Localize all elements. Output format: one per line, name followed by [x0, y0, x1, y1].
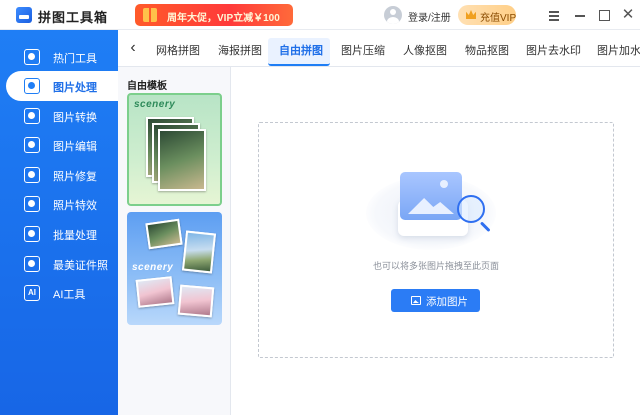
sidebar-item-label: 图片编辑 — [53, 141, 97, 153]
template-photo — [177, 284, 215, 318]
template-panel: 自由模板 scenery scenery — [118, 67, 231, 415]
sidebar-item-id-photo[interactable]: 最美证件照 — [0, 249, 118, 279]
picture-icon — [400, 172, 462, 220]
sidebar-item-label: 图片处理 — [53, 82, 97, 94]
sidebar-item-image-edit[interactable]: 图片编辑 — [0, 130, 118, 160]
avatar-icon[interactable] — [384, 6, 402, 24]
app-logo-icon — [16, 7, 32, 23]
template-card[interactable]: scenery — [127, 212, 222, 325]
template-card-text: scenery — [132, 262, 174, 273]
add-image-button-label: 添加图片 — [426, 296, 468, 308]
vip-button[interactable]: 充值VIP — [458, 5, 516, 25]
promo-text: 周年大促，VIP立减￥100 — [167, 13, 280, 24]
image-icon — [411, 296, 421, 305]
sidebar-item-label: 热门工具 — [53, 53, 97, 65]
image-edit-icon — [24, 137, 40, 153]
template-photo — [145, 218, 183, 250]
tab-portrait-cutout[interactable]: 人像抠图 — [403, 42, 447, 58]
id-photo-icon — [24, 256, 40, 272]
chevron-left-icon[interactable]: ‹ — [124, 39, 142, 57]
drop-hint: 也可以将多张图片拖拽至此页面 — [372, 261, 499, 271]
close-icon[interactable]: ✕ — [619, 6, 637, 24]
gift-icon — [143, 8, 157, 22]
tab-add-watermark[interactable]: 图片加水 — [597, 42, 640, 58]
login-link[interactable]: 登录/注册 — [408, 9, 451, 24]
image-process-icon — [24, 78, 40, 94]
sidebar-item-batch-process[interactable]: 批量处理 — [0, 219, 118, 249]
template-photo — [135, 276, 175, 308]
photo-repair-icon — [24, 167, 40, 183]
tab-object-cutout[interactable]: 物品抠图 — [465, 42, 509, 58]
sidebar-item-photo-repair[interactable]: 照片修复 — [0, 160, 118, 190]
template-panel-title: 自由模板 — [127, 81, 167, 92]
sidebar-item-label: 照片修复 — [53, 171, 97, 183]
tab-free-collage[interactable]: 自由拼图 — [279, 42, 323, 58]
tab-image-compress[interactable]: 图片压缩 — [341, 42, 385, 58]
sidebar-item-image-convert[interactable]: 图片转换 — [0, 101, 118, 131]
promo-banner[interactable]: 周年大促，VIP立减￥100 — [135, 4, 293, 26]
tab-poster-collage[interactable]: 海报拼图 — [218, 42, 262, 58]
magnifier-icon — [457, 195, 485, 223]
tab-grid-collage[interactable]: 网格拼图 — [156, 42, 200, 58]
template-card-text: scenery — [134, 99, 176, 110]
sidebar-item-label: 照片特效 — [53, 200, 97, 212]
title-bar: 拼图工具箱 周年大促，VIP立减￥100 登录/注册 充值VIP ✕ — [0, 0, 640, 30]
batch-process-icon — [24, 226, 40, 242]
tab-remove-watermark[interactable]: 图片去水印 — [526, 42, 581, 58]
crown-icon — [466, 10, 476, 19]
sidebar-item-photo-effects[interactable]: 照片特效 — [0, 189, 118, 219]
sidebar-item-hot-tools[interactable]: 热门工具 — [0, 42, 118, 72]
tab-bar: ‹ 网格拼图 海报拼图 自由拼图 图片压缩 人像抠图 物品抠图 图片去水印 图片… — [118, 30, 640, 67]
sidebar-item-label: 最美证件照 — [53, 260, 108, 272]
template-photo — [158, 129, 206, 191]
app-title: 拼图工具箱 — [38, 10, 109, 25]
sidebar-item-label: 批量处理 — [53, 230, 97, 242]
vip-button-label: 充值VIP — [480, 13, 517, 24]
sidebar-item-label: 图片转换 — [53, 112, 97, 124]
minimize-icon[interactable] — [571, 6, 589, 24]
sidebar-item-ai-tools[interactable]: AI AI工具 — [0, 278, 118, 308]
maximize-icon[interactable] — [595, 6, 613, 24]
sidebar-item-label: AI工具 — [53, 289, 86, 301]
image-upload-illustration — [360, 160, 506, 250]
template-photo — [181, 230, 217, 274]
sidebar: 热门工具 图片处理 图片转换 图片编辑 照片修复 照片特效 批量处理 最美证件照… — [0, 30, 118, 415]
hot-tools-icon — [24, 49, 40, 65]
photo-effects-icon — [24, 196, 40, 212]
image-convert-icon — [24, 108, 40, 124]
template-card[interactable]: scenery — [127, 93, 222, 206]
sidebar-item-image-process[interactable]: 图片处理 — [6, 71, 118, 101]
add-image-button[interactable]: 添加图片 — [391, 289, 480, 312]
ai-icon: AI — [24, 285, 40, 301]
menu-icon[interactable] — [545, 6, 563, 24]
